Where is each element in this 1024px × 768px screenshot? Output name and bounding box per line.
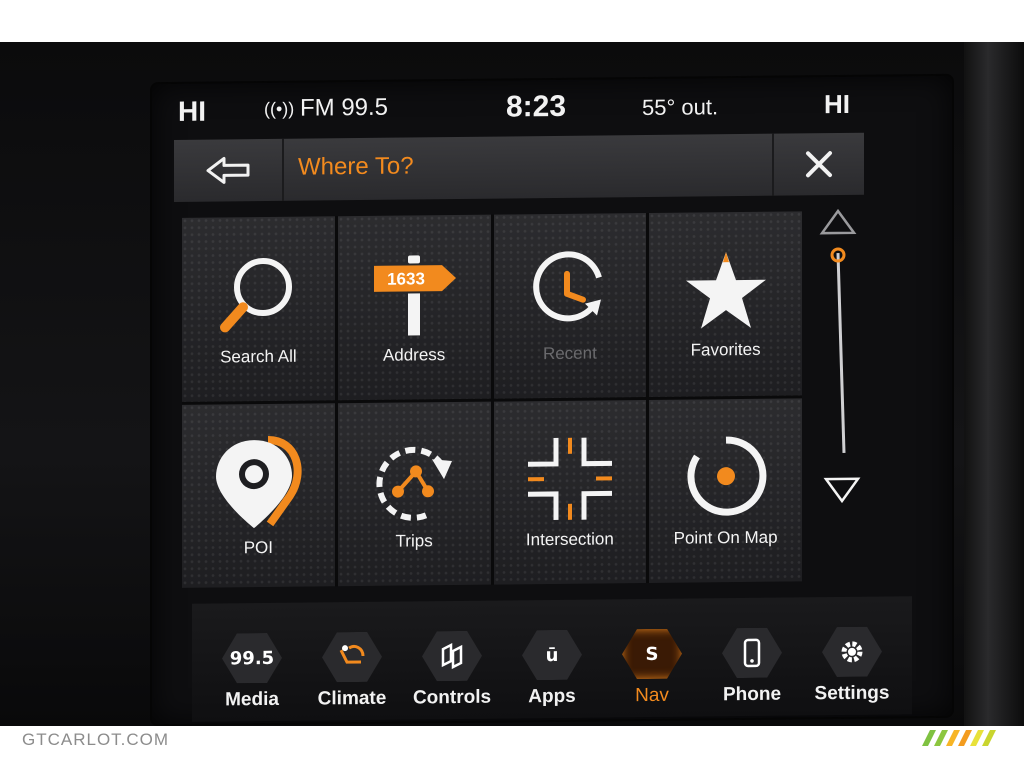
tile-favorites[interactable]: Favorites (649, 211, 802, 397)
scroll-track[interactable] (818, 243, 858, 463)
radio-signal-icon: ((•)) (264, 98, 295, 120)
scroll-down-icon[interactable] (822, 475, 862, 505)
phone-icon (722, 628, 782, 679)
clock: 8:23 (506, 89, 567, 124)
nav-label: Nav (635, 684, 669, 707)
tile-label: Address (382, 344, 446, 365)
nav-label: Controls (412, 686, 492, 709)
tile-address[interactable]: 1633 Address (337, 214, 491, 400)
watermark-text: GTCARLOT.COM (22, 730, 170, 749)
nav-settings[interactable]: Settings (804, 626, 900, 715)
nav-phone[interactable]: Phone (704, 627, 800, 716)
bottom-nav-bar: 99.5 Media Climate Controls ū Apps S Nav… (192, 596, 912, 722)
close-icon (806, 151, 832, 178)
compass-icon: S (622, 629, 682, 680)
tile-label: Recent (542, 343, 597, 363)
scroll-up-icon[interactable] (818, 207, 858, 237)
infotainment-screen: HI ((•)) FM 99.5 8:23 55° out. HI Where … (152, 75, 952, 725)
list-scrollbar[interactable] (812, 207, 864, 518)
nav-label: Settings (814, 682, 890, 705)
address-sign-icon: 1633 (374, 255, 457, 336)
tile-label: Point On Map (673, 527, 778, 548)
trips-icon (376, 447, 453, 522)
dashboard-bezel: HI ((•)) FM 99.5 8:23 55° out. HI Where … (0, 42, 1024, 726)
nav-controls[interactable]: Controls (404, 631, 500, 720)
intersection-icon (527, 437, 612, 521)
star-icon (685, 251, 766, 329)
media-badge: 99.5 (222, 633, 282, 684)
tile-label: Intersection (525, 529, 614, 550)
target-icon (687, 436, 767, 516)
status-bar: HI ((•)) FM 99.5 8:23 55° out. HI (152, 76, 952, 136)
destination-grid: Search All 1633 Address Recent Favorites… (182, 211, 802, 588)
gear-icon (822, 627, 882, 678)
left-fan-level[interactable]: HI (178, 96, 206, 128)
tile-label: POI (243, 538, 274, 558)
tile-label: Favorites (690, 339, 761, 360)
right-fan-level[interactable]: HI (824, 89, 850, 120)
tile-search-all[interactable]: Search All (182, 216, 335, 402)
nav-media[interactable]: 99.5 Media (204, 633, 300, 722)
apps-uconnect-icon: ū (522, 630, 582, 681)
page-title: Where To? (298, 152, 414, 181)
address-sign-number: 1633 (387, 269, 425, 288)
nav-label: Apps (528, 685, 576, 708)
poi-pin-icon (216, 436, 302, 529)
nav-label: Phone (722, 683, 782, 706)
close-button[interactable] (772, 132, 864, 196)
tile-trips[interactable]: Trips (337, 401, 491, 587)
title-bar: Where To? (174, 132, 864, 202)
nav-climate[interactable]: Climate (304, 632, 400, 721)
tile-poi[interactable]: POI (182, 402, 335, 588)
recent-clock-icon (533, 251, 602, 322)
controls-icon (422, 631, 482, 682)
nav-label: Climate (317, 687, 387, 710)
climate-seat-icon (322, 632, 382, 683)
tile-label: Trips (395, 531, 433, 551)
search-icon (220, 257, 293, 333)
tile-intersection[interactable]: Intersection (493, 399, 647, 585)
tile-label: Search All (220, 346, 297, 367)
nav-label: Media (225, 688, 279, 711)
radio-station[interactable]: FM 99.5 (300, 94, 388, 123)
back-button[interactable] (174, 138, 284, 202)
outside-temperature: 55° out. (642, 94, 719, 121)
tile-recent: Recent (493, 213, 647, 399)
tile-point-on-map[interactable]: Point On Map (649, 397, 802, 583)
watermark-logo-icon (922, 730, 996, 746)
back-arrow-icon (206, 156, 250, 184)
dashboard-trim (964, 42, 1024, 726)
nav-apps[interactable]: ū Apps (504, 629, 600, 718)
nav-nav[interactable]: S Nav (604, 628, 700, 717)
